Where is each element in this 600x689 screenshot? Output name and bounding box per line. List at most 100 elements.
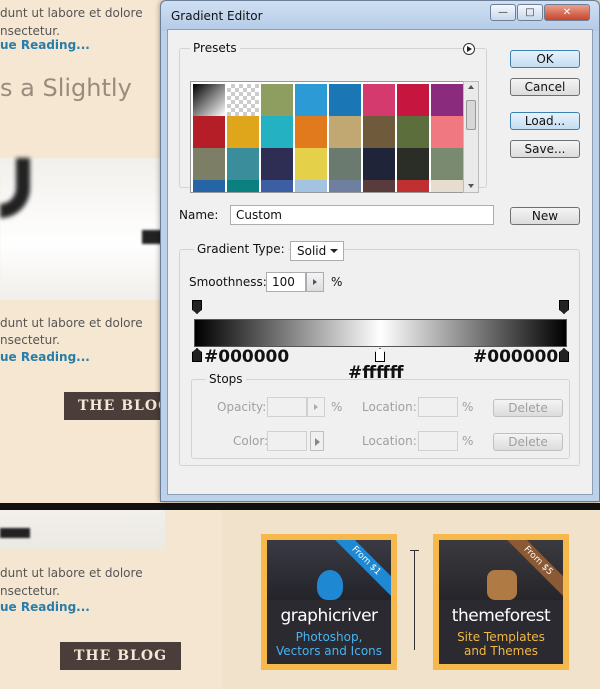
ad-brand: graphicriver [280, 606, 378, 626]
preset-swatch[interactable] [329, 180, 361, 192]
preset-swatch[interactable] [431, 180, 463, 192]
preset-swatch[interactable] [261, 84, 293, 116]
gradient-preview-bar[interactable] [194, 319, 567, 347]
minimize-button[interactable]: — [490, 4, 516, 21]
color-location-input[interactable] [418, 431, 458, 451]
scroll-down-icon[interactable] [468, 184, 474, 188]
crosshair-icon [410, 550, 419, 551]
bg-text-line: dunt ut labore et dolore [0, 316, 143, 330]
title-bar[interactable]: Gradient Editor — □ ✕ [161, 1, 599, 31]
preset-swatch[interactable] [397, 148, 429, 180]
preset-swatch[interactable] [397, 180, 429, 192]
color-stop-mid-icon[interactable] [375, 348, 385, 362]
preset-swatch[interactable] [295, 148, 327, 180]
ad-subtitle: Photoshop, [295, 630, 363, 644]
name-input[interactable]: Custom [230, 205, 494, 225]
preset-swatch[interactable] [363, 180, 395, 192]
gradient-type-value: Solid [297, 244, 327, 258]
smoothness-unit: % [331, 275, 343, 289]
preset-swatch[interactable] [431, 84, 463, 116]
preset-swatch[interactable] [227, 148, 259, 180]
preset-swatch[interactable] [261, 148, 293, 180]
post-image [0, 510, 165, 550]
preset-swatch[interactable] [261, 116, 293, 148]
bg-text-line: nsectetur. [0, 333, 60, 347]
presets-label: Presets [190, 41, 240, 55]
opacity-stepper[interactable] [307, 397, 325, 417]
preset-swatch[interactable] [363, 116, 395, 148]
post-heading: s a Slightly [0, 74, 132, 102]
preset-swatch[interactable] [363, 84, 395, 116]
opacity-input[interactable] [267, 397, 307, 417]
new-button[interactable]: New [510, 207, 580, 225]
color-swatch-field[interactable] [267, 431, 307, 451]
stop-left-hex: #000000 [204, 347, 290, 367]
preset-swatch[interactable] [397, 116, 429, 148]
preset-swatch[interactable] [329, 84, 361, 116]
preset-swatch[interactable] [431, 116, 463, 148]
themeforest-ad[interactable]: From $5 themeforest Site Templates and T… [433, 534, 569, 670]
bg-text-line: dunt ut labore et dolore [0, 6, 143, 20]
delete-color-stop-button[interactable]: Delete [493, 433, 563, 451]
save-button[interactable]: Save... [510, 140, 580, 158]
ad-inner: From $1 graphicriver Photoshop, Vectors … [267, 540, 391, 664]
bg-text-line: nsectetur. [0, 584, 60, 598]
graphicriver-ad[interactable]: From $1 graphicriver Photoshop, Vectors … [261, 534, 397, 670]
gradient-group: Gradient Type: Solid Smoothness: 100 % #… [179, 241, 580, 466]
continue-reading-link[interactable]: ue Reading... [0, 350, 90, 364]
cancel-button[interactable]: Cancel [510, 78, 580, 96]
smoothness-label: Smoothness: [189, 275, 267, 289]
preset-swatch[interactable] [295, 180, 327, 192]
maximize-button[interactable]: □ [517, 4, 543, 21]
stop-right-hex: #000000 [473, 347, 559, 367]
preset-swatch[interactable] [193, 84, 225, 116]
gradient-type-select[interactable]: Solid [290, 241, 344, 261]
presets-scrollbar[interactable] [463, 81, 479, 193]
color-stop-right-icon[interactable] [559, 348, 569, 362]
fish-logo-icon [317, 570, 343, 600]
preset-swatch[interactable] [193, 116, 225, 148]
circle-arrow-icon[interactable] [463, 43, 475, 55]
close-button[interactable]: ✕ [544, 4, 590, 21]
preset-swatch[interactable] [193, 180, 225, 192]
ad-subtitle: Vectors and Icons [275, 644, 383, 658]
preset-swatch[interactable] [227, 180, 259, 192]
ok-button[interactable]: OK [510, 50, 580, 68]
scroll-thumb[interactable] [466, 100, 476, 130]
smoothness-input[interactable]: 100 [266, 272, 306, 292]
preset-swatches [190, 81, 464, 193]
bg-text-line: dunt ut labore et dolore [0, 566, 143, 580]
continue-reading-link[interactable]: ue Reading... [0, 38, 90, 52]
ad-brand: themeforest [451, 606, 551, 626]
opacity-location-input[interactable] [418, 397, 458, 417]
opacity-stop-right-icon[interactable] [559, 300, 569, 314]
preset-swatch[interactable] [227, 116, 259, 148]
preset-swatch[interactable] [397, 84, 429, 116]
opacity-stop-left-icon[interactable] [192, 300, 202, 314]
continue-reading-link[interactable]: ue Reading... [0, 600, 90, 614]
load-button[interactable]: Load... [510, 112, 580, 130]
stops-label: Stops [206, 372, 246, 386]
smoothness-stepper[interactable] [306, 272, 324, 292]
preset-swatch[interactable] [227, 84, 259, 116]
delete-opacity-stop-button[interactable]: Delete [493, 399, 563, 417]
scroll-up-icon[interactable] [468, 85, 474, 89]
leaf-logo-icon [487, 570, 517, 600]
image-shape [0, 158, 30, 218]
location-label: Location: [362, 400, 417, 414]
preset-swatch[interactable] [261, 180, 293, 192]
image-shape [0, 528, 30, 538]
play-arrow-icon [313, 279, 317, 285]
preset-swatch[interactable] [363, 148, 395, 180]
the-blog-button[interactable]: THE BLOG [60, 642, 182, 670]
preset-swatch[interactable] [431, 148, 463, 180]
gradient-editor-window: Gradient Editor — □ ✕ Presets OK Cancel … [160, 0, 600, 502]
preset-swatch[interactable] [295, 116, 327, 148]
ad-subtitle: Site Templates [457, 630, 545, 644]
color-stop-left-icon[interactable] [192, 348, 202, 362]
preset-swatch[interactable] [329, 148, 361, 180]
preset-swatch[interactable] [295, 84, 327, 116]
preset-swatch[interactable] [329, 116, 361, 148]
color-picker-stepper[interactable] [310, 431, 324, 451]
preset-swatch[interactable] [193, 148, 225, 180]
